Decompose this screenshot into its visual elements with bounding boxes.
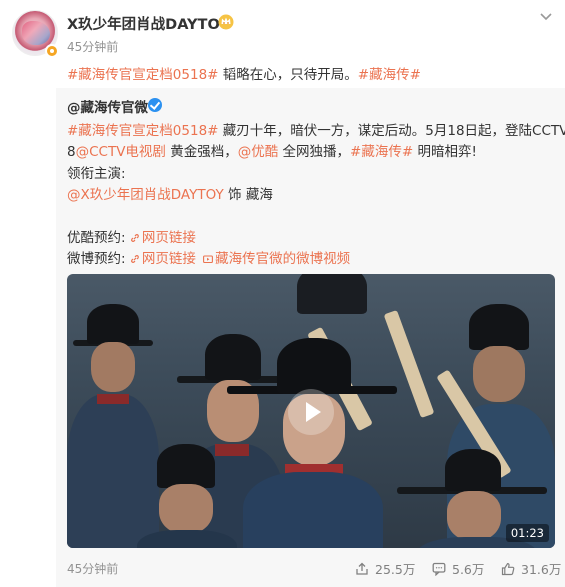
retweet-author[interactable]: @藏海传官微	[67, 96, 148, 116]
post-text: 韬略在心，只待开局。	[218, 67, 358, 83]
mention-link[interactable]: @CCTV电视剧	[76, 144, 166, 160]
repost-icon	[356, 562, 368, 575]
retweet-line: @X玖少年团肖战DAYTOY 饰 藏海	[67, 183, 273, 203]
retweet-line: #藏海传官宣定档0518# 藏刃十年，暗伏一方，谋定后动。5月18日起，登陆CC…	[67, 119, 565, 139]
avatar-art	[22, 21, 50, 45]
username[interactable]: X玖少年团肖战DAYTOY	[67, 13, 230, 34]
video-player[interactable]: 01:23	[67, 274, 555, 548]
retweet-line: 微博预约: 网页链接 藏海传官微的微博视频	[67, 247, 350, 267]
hashtag-link[interactable]: #藏海传官宣定档0518#	[67, 67, 218, 83]
weibo-post: X玖少年团肖战DAYTOY 45分钟前 #藏海传官宣定档0518# 韬略在心，只…	[0, 0, 565, 587]
background-figure	[137, 444, 237, 548]
repost-count: 25.5万	[375, 562, 416, 577]
chevron-down-icon[interactable]	[538, 8, 554, 24]
retweet-text: 明暗相弈!	[413, 144, 477, 160]
crown-icon	[218, 14, 234, 30]
verified-blue-icon	[148, 98, 162, 112]
youku-label: 优酷预约:	[67, 230, 126, 246]
retweet-line: 优酷预约: 网页链接	[67, 226, 196, 246]
video-icon	[203, 255, 214, 264]
link-icon	[130, 234, 139, 242]
post-timestamp[interactable]: 45分钟前	[67, 38, 118, 55]
like-button[interactable]: 31.6万	[501, 559, 561, 578]
weibo-label: 微博预约:	[67, 251, 126, 267]
mention-link[interactable]: @X玖少年团肖战DAYTOY	[67, 187, 224, 203]
play-icon[interactable]	[288, 389, 334, 435]
web-link[interactable]: 网页链接	[142, 230, 196, 246]
retweet-line: 领衔主演:	[67, 166, 126, 182]
retweet-card: @藏海传官微 #藏海传官宣定档0518# 藏刃十年，暗伏一方，谋定后动。5月18…	[56, 88, 565, 587]
hashtag-link[interactable]: #藏海传#	[350, 144, 413, 160]
comment-icon	[432, 562, 446, 577]
retweet-text: 8	[67, 144, 76, 160]
retweet-line: 8@CCTV电视剧 黄金强档，@优酷 全网独播，#藏海传# 明暗相弈!	[67, 140, 477, 160]
retweet-text: 饰 藏海	[223, 187, 273, 203]
repost-button[interactable]: 25.5万	[355, 559, 415, 578]
retweet-text: 全网独播，	[278, 144, 351, 160]
like-icon	[501, 562, 515, 576]
web-link[interactable]: 网页链接	[142, 251, 196, 267]
mention-link[interactable]: @优酷	[238, 144, 279, 160]
hashtag-link[interactable]: #藏海传#	[358, 67, 421, 83]
weibo-video-link[interactable]: 藏海传官微的微博视频	[215, 251, 350, 267]
video-duration: 01:23	[505, 524, 549, 542]
comment-button[interactable]: 5.6万	[432, 559, 484, 578]
post-content: #藏海传官宣定档0518# 韬略在心，只待开局。#藏海传#	[67, 63, 421, 83]
retweet-timestamp[interactable]: 45分钟前	[67, 560, 118, 577]
link-icon	[130, 255, 139, 263]
like-count: 31.6万	[521, 562, 562, 577]
retweet-text: 藏刃十年，暗伏一方，谋定后动。5月18日起，登陆CCTV-	[218, 123, 565, 139]
verified-badge-icon	[45, 44, 59, 58]
retweet-text: 黄金强档，	[165, 144, 238, 160]
comment-count: 5.6万	[452, 562, 485, 577]
hashtag-link[interactable]: #藏海传官宣定档0518#	[67, 123, 218, 139]
